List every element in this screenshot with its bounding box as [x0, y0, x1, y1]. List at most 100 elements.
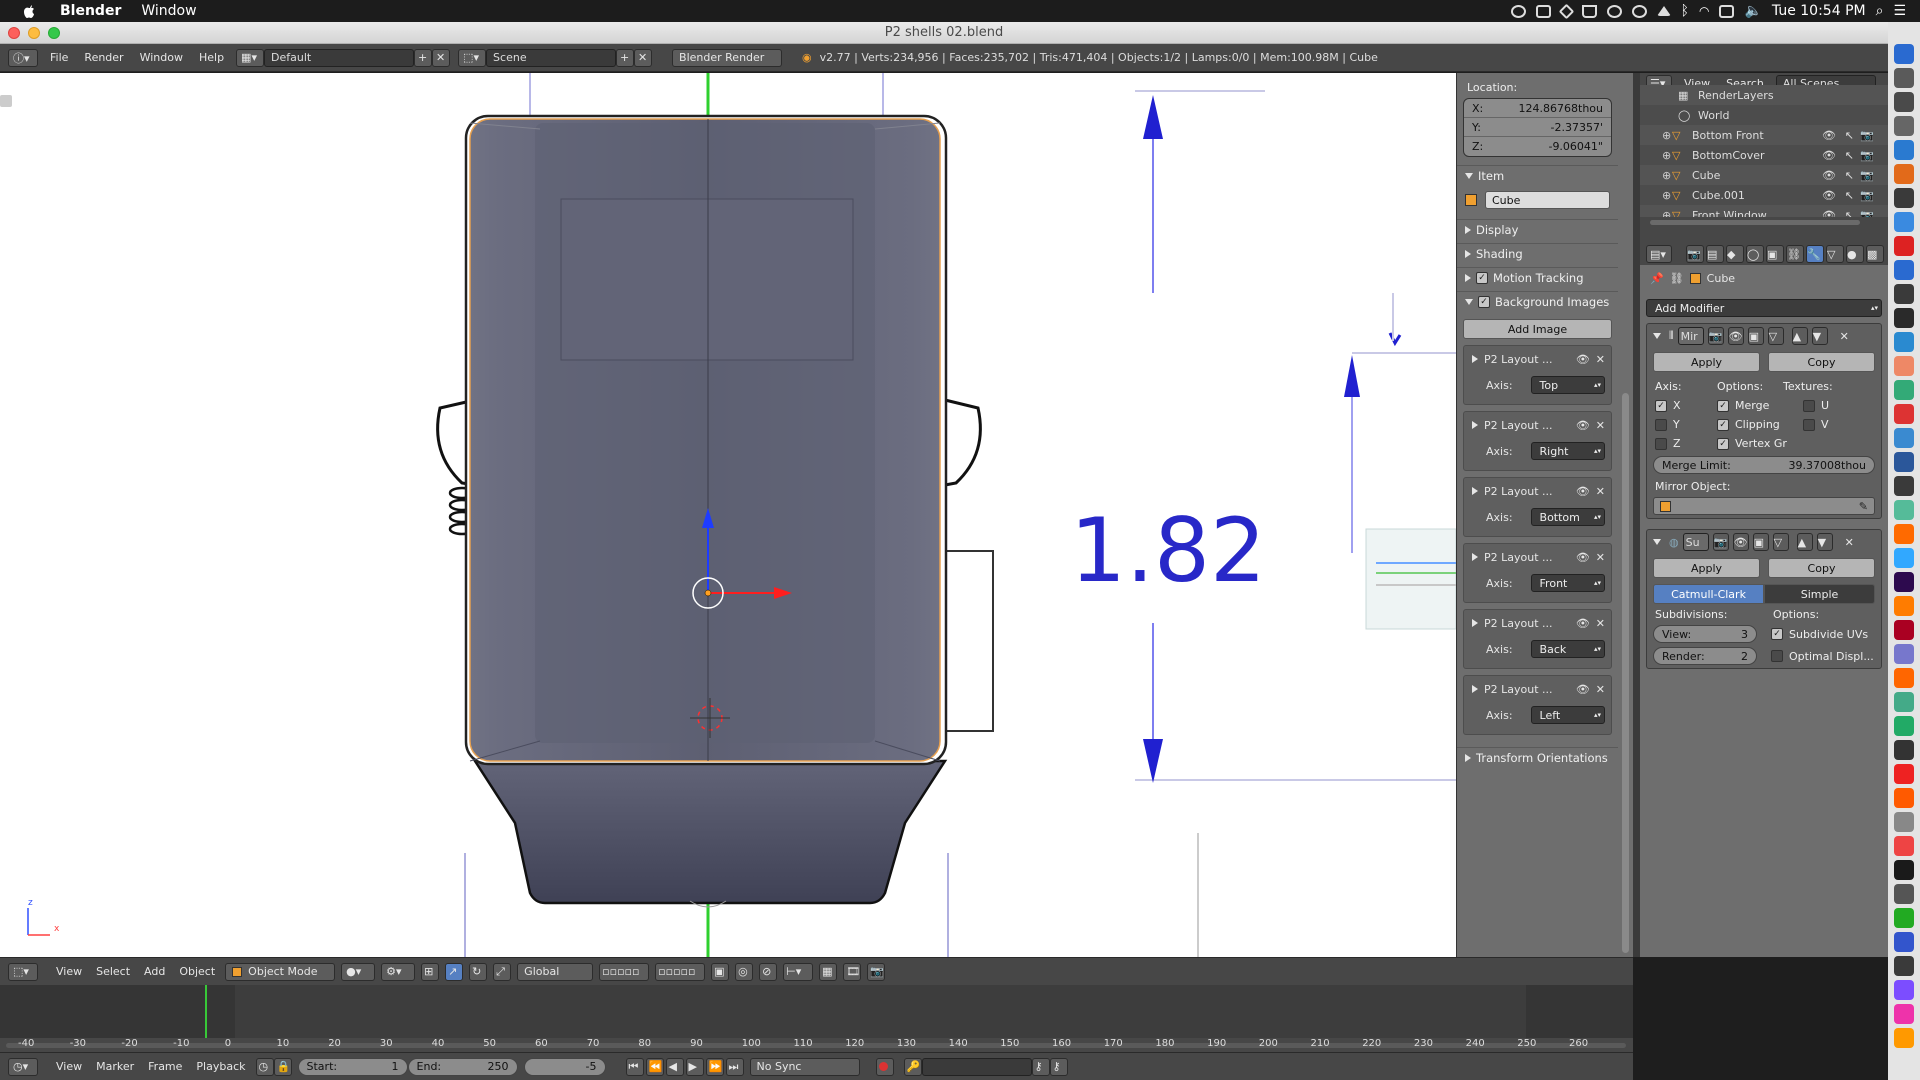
texture-tab-icon[interactable]: ▩ — [1866, 245, 1884, 263]
snap-element-dropdown[interactable]: ⊢▾ — [783, 962, 814, 981]
viewport-scrollbar[interactable] — [1618, 73, 1633, 957]
modifiers-tab-icon[interactable]: 🔧 — [1806, 245, 1824, 263]
interaction-mode-dropdown[interactable]: Object Mode — [225, 962, 336, 981]
remove-bg-image-icon[interactable]: ✕ — [1596, 551, 1605, 564]
expand-triangle-icon[interactable] — [1472, 685, 1478, 693]
subsurf-render-field[interactable]: Render: 2 — [1653, 647, 1757, 665]
dock-app-icon[interactable] — [1894, 860, 1914, 880]
record-icon[interactable] — [875, 1057, 894, 1076]
expand-triangle-icon[interactable] — [1472, 619, 1478, 627]
bg-image-axis-dropdown[interactable]: Left — [1530, 706, 1605, 724]
transform-orientations-header[interactable]: Transform Orientations — [1457, 747, 1618, 767]
dock-app-icon[interactable] — [1894, 380, 1914, 400]
location-z-field[interactable]: Z: -9.06041" — [1464, 137, 1611, 156]
dock-app-icon[interactable] — [1894, 668, 1914, 688]
dock-app-icon[interactable] — [1894, 44, 1914, 64]
modifier-editmode-toggle-icon[interactable]: ▣ — [1752, 533, 1769, 551]
scale-manipulator-icon[interactable]: ⤢ — [493, 962, 512, 981]
eye-icon[interactable]: 👁 — [1576, 485, 1590, 498]
remove-bg-image-icon[interactable]: ✕ — [1596, 683, 1605, 696]
current-frame-line[interactable] — [205, 985, 207, 1038]
object-tab-icon[interactable]: ▣ — [1766, 245, 1784, 263]
snap-toggle-icon[interactable]: ⊘ — [759, 962, 778, 981]
visibility-eye-icon[interactable]: 👁 — [1822, 169, 1836, 182]
apple-icon[interactable] — [20, 2, 38, 20]
outliner-row[interactable]: ▦ RenderLayers — [1640, 85, 1888, 105]
add-image-button[interactable]: Add Image — [1463, 319, 1612, 339]
insert-keyframe-icon[interactable]: ⚷ — [1031, 1057, 1050, 1076]
menubar-window[interactable]: Window — [141, 3, 196, 19]
display-section-header[interactable]: Display — [1457, 219, 1618, 239]
menubar-clock[interactable]: Tue 10:54 PM — [1772, 3, 1866, 19]
menu-file[interactable]: File — [46, 51, 72, 64]
object-name-field[interactable]: Cube — [1485, 191, 1610, 209]
modifier-render-toggle-icon[interactable]: 📷 — [1712, 533, 1729, 551]
vp-menu-add[interactable]: Add — [140, 965, 169, 978]
add-modifier-dropdown[interactable]: Add Modifier — [1646, 299, 1882, 317]
eject-icon[interactable] — [1656, 6, 1671, 16]
menu-window[interactable]: Window — [136, 51, 187, 64]
outliner-row[interactable]: ⊕ ▽ Front Window 👁 ↖ 📷 — [1640, 205, 1888, 217]
dock-app-icon[interactable] — [1894, 428, 1914, 448]
dropbox-icon[interactable] — [1558, 3, 1574, 19]
world-tab-icon[interactable]: ◯ — [1746, 245, 1764, 263]
current-frame-field[interactable]: -5 — [523, 1057, 606, 1076]
timeline-editor[interactable] — [0, 985, 1633, 1038]
dock-app-icon[interactable] — [1894, 1004, 1914, 1024]
expand-triangle-icon[interactable] — [1472, 487, 1478, 495]
outliner-hscroll[interactable] — [1640, 217, 1888, 227]
bg-image-axis-dropdown[interactable]: Front — [1530, 574, 1605, 592]
delete-scene-button[interactable]: ✕ — [634, 48, 653, 67]
dock-app-icon[interactable] — [1894, 740, 1914, 760]
expand-triangle-icon[interactable] — [1472, 421, 1478, 429]
outliner-row[interactable]: ⊕ ▽ BottomCover 👁 ↖ 📷 — [1640, 145, 1888, 165]
dock-app-icon[interactable] — [1894, 284, 1914, 304]
sync-mode-dropdown[interactable]: No Sync — [749, 1057, 860, 1076]
dock-app-icon[interactable] — [1894, 596, 1914, 616]
transform-orientation-dropdown[interactable]: Global — [517, 962, 594, 981]
dock-app-icon[interactable] — [1894, 68, 1914, 88]
jump-keyframe-back-icon[interactable]: ⏪ — [645, 1057, 664, 1076]
subdivide-uvs-checkbox[interactable]: ✓ — [1771, 628, 1783, 640]
camera-icon[interactable] — [1535, 4, 1551, 18]
subsurf-copy-button[interactable]: Copy — [1768, 558, 1875, 578]
constraints-tab-icon[interactable]: ⛓ — [1786, 245, 1804, 263]
background-images-section-header[interactable]: ✓ Background Images — [1457, 291, 1618, 311]
dock-app-icon[interactable] — [1894, 236, 1914, 256]
proportional-edit-icon[interactable]: ◎ — [735, 962, 754, 981]
dock-app-icon[interactable] — [1894, 476, 1914, 496]
outliner-row[interactable]: ◯ World — [1640, 105, 1888, 125]
mirror-x-checkbox[interactable]: ✓ — [1655, 399, 1667, 412]
dock-app-icon[interactable] — [1894, 572, 1914, 592]
dock-app-icon[interactable] — [1894, 620, 1914, 640]
item-section-header[interactable]: Item — [1457, 165, 1618, 185]
expand-plus-icon[interactable]: ⊕ — [1662, 129, 1672, 142]
viewport-corner-widget[interactable] — [0, 95, 12, 107]
bottom-cover-mesh[interactable] — [472, 759, 948, 905]
selectability-cursor-icon[interactable]: ↖ — [1845, 169, 1854, 182]
dock-app-icon[interactable] — [1894, 188, 1914, 208]
notification-center-icon[interactable]: ☰ — [1893, 3, 1906, 19]
outliner-row[interactable]: ⊕ ▽ Bottom Front 👁 ↖ 📷 — [1640, 125, 1888, 145]
eye-icon[interactable]: 👁 — [1576, 551, 1590, 564]
mirror-modifier-name[interactable]: Mir — [1677, 327, 1704, 345]
remove-modifier-icon[interactable]: ✕ — [1845, 536, 1854, 549]
modifier-cage-toggle-icon[interactable]: ▽ — [1767, 327, 1784, 345]
texture-u-checkbox[interactable] — [1803, 399, 1815, 412]
location-y-field[interactable]: Y: -2.37357' — [1464, 118, 1611, 137]
dock-app-icon[interactable] — [1894, 644, 1914, 664]
mirror-copy-button[interactable]: Copy — [1768, 352, 1875, 372]
screen-layout-icon[interactable]: ▦▾ — [236, 48, 265, 67]
jump-start-icon[interactable]: ⏮ — [625, 1057, 644, 1076]
expand-triangle-icon[interactable] — [1472, 553, 1478, 561]
dock-app-icon[interactable] — [1894, 524, 1914, 544]
add-scene-button[interactable]: + — [616, 48, 635, 67]
dock-app-icon[interactable] — [1894, 908, 1914, 928]
eye-icon[interactable]: 👁 — [1576, 353, 1590, 366]
scene-field[interactable]: Scene — [486, 48, 617, 67]
texture-v-checkbox[interactable] — [1803, 418, 1815, 431]
eye-icon[interactable]: 👁 — [1576, 419, 1590, 432]
mirror-y-checkbox[interactable] — [1655, 418, 1667, 431]
add-layout-button[interactable]: + — [414, 48, 433, 67]
opengl-anim-icon[interactable]: 🎞 — [843, 962, 862, 981]
